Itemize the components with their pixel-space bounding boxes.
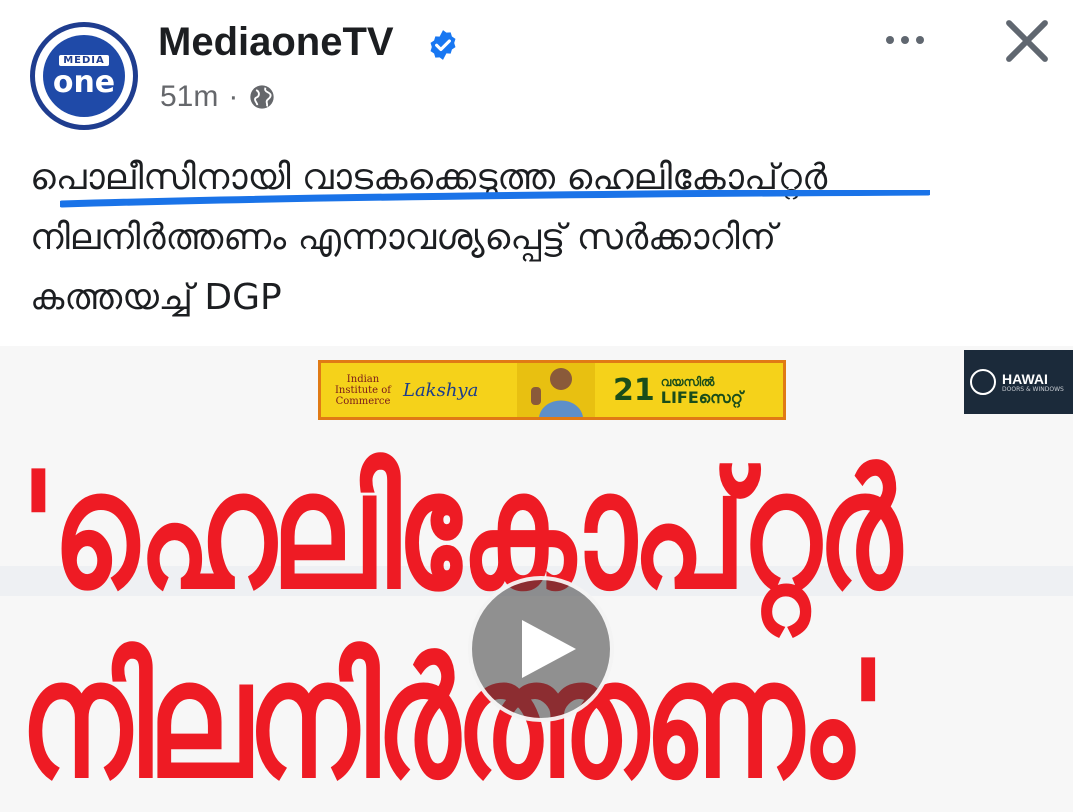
ad-banner: Indian Institute of Commerce Lakshya 21 … xyxy=(318,360,786,420)
avatar-logo-main-text: one xyxy=(52,64,116,100)
ad-brand-name: Lakshya xyxy=(403,379,479,401)
more-options-icon-dot xyxy=(916,36,924,44)
page-name-link[interactable]: MediaoneTV xyxy=(158,20,394,65)
ad-person-image xyxy=(517,363,595,417)
post-timestamp[interactable]: 51m xyxy=(160,80,218,114)
meta-separator: · xyxy=(228,80,239,113)
ad-tagline: വയസിൽ LIFEസെറ്റ് xyxy=(661,374,743,406)
avatar-logo: MEDIA one xyxy=(43,35,125,117)
sponsor-subtitle: DOORS & WINDOWS xyxy=(1002,385,1064,393)
ad-tagline-bottom: LIFEസെറ്റ് xyxy=(660,388,743,407)
sponsor-logo: HAWAI DOORS & WINDOWS xyxy=(964,350,1073,414)
caption-highlight-underline xyxy=(60,190,930,208)
play-icon xyxy=(522,620,576,678)
ad-institute-name: Indian Institute of Commerce xyxy=(334,373,392,407)
close-icon[interactable] xyxy=(1000,14,1054,68)
caption-line: കത്തയച്ച് DGP xyxy=(30,277,282,318)
globe-icon xyxy=(250,85,275,109)
sponsor-name: HAWAI xyxy=(1002,370,1048,387)
page-avatar[interactable]: MEDIA one xyxy=(30,22,138,130)
ad-offer: 21 വയസിൽ LIFEസെറ്റ് xyxy=(613,373,743,408)
more-options-button[interactable] xyxy=(872,18,938,62)
more-options-icon-dot xyxy=(901,36,909,44)
post-meta: 51m · xyxy=(160,80,276,114)
avatar-logo-top-text: MEDIA xyxy=(59,54,109,66)
sponsor-mark-icon xyxy=(970,369,996,395)
ad-age: 21 xyxy=(613,372,655,408)
post-header: MEDIA one MediaoneTV 51m · xyxy=(0,0,1073,140)
caption-line: നിലനിർത്തണം എന്നാവശ്യപ്പെട്ട് സർക്കാറിന് xyxy=(30,217,777,258)
verified-badge-icon xyxy=(430,30,456,60)
play-button[interactable] xyxy=(468,576,614,722)
video-thumbnail[interactable]: Indian Institute of Commerce Lakshya 21 … xyxy=(0,346,1073,812)
post-caption: പൊലീസിനായി വാടകക്കെടുത്ത ഹെലികോപ്റ്റർ നി… xyxy=(30,148,1040,328)
more-options-icon xyxy=(886,36,894,44)
sponsor-text-block: HAWAI DOORS & WINDOWS xyxy=(1002,372,1064,393)
